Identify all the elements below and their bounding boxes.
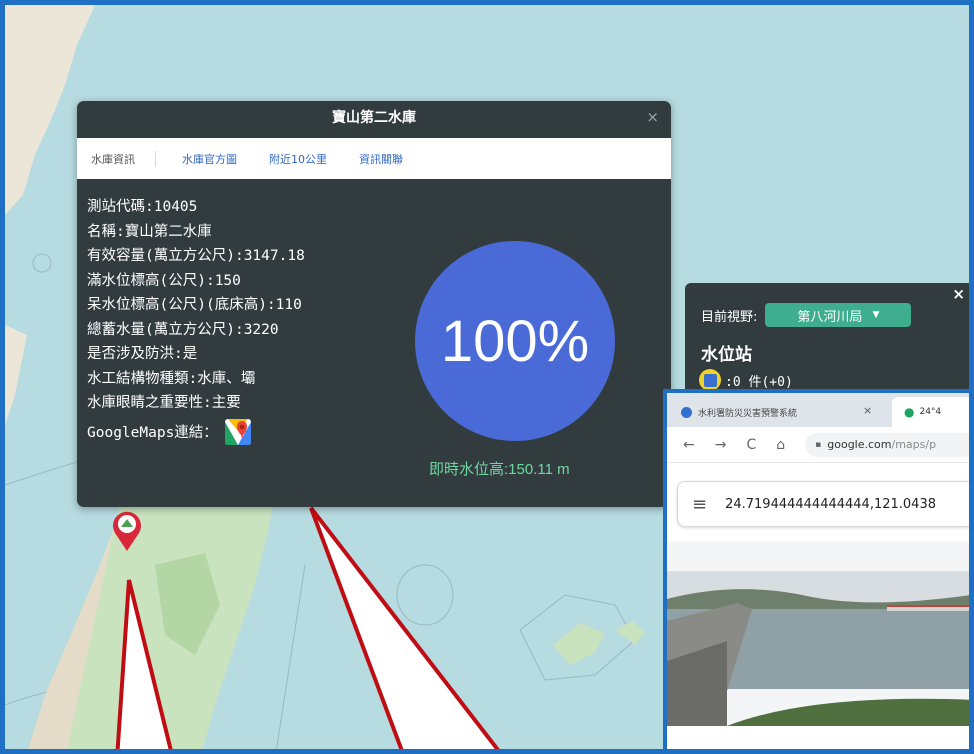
browser-window: 水利署防災災害預警系統 × ● 24°4 ← → C ⌂ ▪ google.co… (663, 389, 969, 749)
googlemaps-link-row: GoogleMaps連結： (87, 417, 427, 447)
forward-button[interactable]: → (715, 437, 727, 453)
water-station-icon[interactable] (699, 369, 721, 391)
google-maps-icon[interactable] (224, 417, 252, 447)
info-effective-capacity: 有效容量(萬立方公尺):3147.18 (87, 248, 305, 264)
info-station-code: 測站代碼:10405 (87, 199, 198, 215)
info-structure-type: 水工結構物種類:水庫、壩 (87, 370, 256, 387)
popup-title: 寶山第二水庫 (332, 110, 416, 126)
reload-button[interactable]: C (746, 437, 756, 453)
view-select-value: 第八河川局 (797, 309, 863, 325)
menu-icon[interactable]: ≡ (692, 494, 707, 515)
reservoir-photo (667, 541, 969, 726)
browser-tab-title: 水利署防災災害預警系統 (698, 408, 798, 419)
info-name: 名稱:寶山第二水庫 (87, 223, 212, 240)
lock-icon: ▪ (815, 439, 822, 450)
home-button[interactable]: ⌂ (776, 437, 785, 453)
tab-reservoir-info[interactable]: 水庫資訊 (91, 150, 156, 167)
chevron-down-icon: ▼ (872, 310, 880, 320)
url-path: /maps/p (891, 438, 937, 451)
maps-search-input[interactable]: 24.719444444444444,121.0438 (725, 497, 936, 512)
browser-tab-close-button[interactable]: × (863, 404, 872, 417)
info-full-water-level: 滿水位標高(公尺):150 (87, 272, 241, 289)
browser-tab-title: 24°4 (919, 407, 942, 417)
map-marker-icon: ● (904, 405, 915, 419)
screenshot-frame: 寶山第二水庫 × 水庫資訊 水庫官方圖 附近10公里 資訊關聯 測站代碼:104… (0, 0, 974, 754)
view-select-dropdown[interactable]: 第八河川局 ▼ (765, 303, 912, 327)
legend-count: :0 件(+0) (725, 374, 793, 390)
browser-tab-google-maps[interactable]: ● 24°4 (892, 397, 969, 427)
info-flood-control: 是否涉及防洪:是 (87, 346, 198, 362)
legend-count-row: :0 件(+0) (699, 369, 793, 391)
back-button[interactable]: ← (683, 437, 695, 453)
popup-close-button[interactable]: × (646, 108, 659, 126)
tab-nearby-10km[interactable]: 附近10公里 (269, 151, 327, 167)
legend-heading: 水位站 (701, 345, 752, 365)
googlemaps-link-label: GoogleMaps連結： (87, 425, 218, 441)
tab-official-map[interactable]: 水庫官方圖 (182, 151, 237, 167)
view-filter-row: 目前視野: 第八河川局 ▼ (701, 303, 912, 327)
browser-nav-bar: ← → C ⌂ ▪ google.com /maps/p (667, 427, 969, 463)
reservoir-info-list: 測站代碼:10405 名稱:寶山第二水庫 有效容量(萬立方公尺):3147.18… (87, 195, 427, 447)
browser-tab-bar: 水利署防災災害預警系統 × ● 24°4 (667, 393, 969, 427)
realtime-water-level: 即時水位高:150.11 m (429, 461, 570, 478)
url-host: google.com (827, 438, 892, 451)
popup-tabs: 水庫資訊 水庫官方圖 附近10公里 資訊關聯 (77, 138, 671, 179)
maps-search-box[interactable]: ≡ 24.719444444444444,121.0438 (677, 481, 969, 527)
legend-panel: 目前視野: 第八河川局 ▼ × 水位站 :0 件(+0) (685, 283, 969, 403)
storage-percentage: 100% (440, 308, 590, 374)
browser-tab-water-system[interactable]: 水利署防災災害預警系統 (667, 397, 892, 427)
storage-percentage-gauge: 100% (415, 241, 615, 441)
info-total-storage: 總蓄水量(萬立方公尺):3220 (87, 321, 279, 338)
view-label: 目前視野: (701, 309, 758, 325)
legend-close-button[interactable]: × (952, 285, 965, 303)
address-bar[interactable]: ▪ google.com /maps/p (805, 432, 969, 457)
map-pin-icon[interactable] (108, 505, 146, 553)
globe-icon (681, 406, 692, 418)
reservoir-popup: 寶山第二水庫 × 水庫資訊 水庫官方圖 附近10公里 資訊關聯 測站代碼:104… (77, 101, 671, 507)
info-importance: 水庫眼睛之重要性:主要 (87, 395, 241, 411)
tab-info-links[interactable]: 資訊關聯 (359, 151, 403, 167)
info-dead-water-level: 呆水位標高(公尺)(底床高):110 (87, 297, 302, 313)
